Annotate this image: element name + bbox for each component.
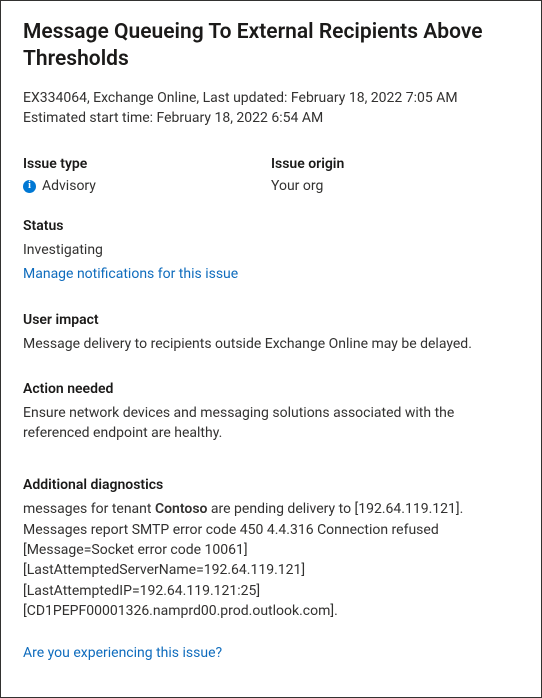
status-value: Investigating — [23, 240, 519, 260]
diagnostics-value: messages for tenant Contoso are pending … — [23, 499, 519, 621]
user-impact-section: User impact Message delivery to recipien… — [23, 312, 519, 354]
issue-origin-value: Your org — [271, 178, 323, 194]
issue-origin-block: Issue origin Your org — [271, 156, 519, 194]
issue-id-line: EX334064, Exchange Online, Last updated:… — [23, 88, 519, 108]
manage-notifications-link[interactable]: Manage notifications for this issue — [23, 266, 238, 282]
issue-start-time: Estimated start time: February 18, 2022 … — [23, 108, 519, 128]
user-impact-label: User impact — [23, 312, 519, 328]
info-icon: i — [23, 180, 36, 193]
action-needed-label: Action needed — [23, 381, 519, 397]
diagnostics-section: Additional diagnostics messages for tena… — [23, 477, 519, 621]
footer: Are you experiencing this issue? — [23, 639, 519, 661]
issue-type-value: Advisory — [42, 178, 96, 194]
action-needed-section: Action needed Ensure network devices and… — [23, 381, 519, 444]
status-section: Status Investigating Manage notification… — [23, 218, 519, 282]
status-label: Status — [23, 218, 519, 234]
experiencing-issue-link[interactable]: Are you experiencing this issue? — [23, 645, 222, 661]
issue-type-value-row: i Advisory — [23, 178, 271, 194]
issue-meta: EX334064, Exchange Online, Last updated:… — [23, 88, 519, 129]
issue-type-block: Issue type i Advisory — [23, 156, 271, 194]
diagnostics-pre: messages for tenant — [23, 501, 155, 517]
issue-type-label: Issue type — [23, 156, 271, 172]
diagnostics-post: are pending delivery to [192.64.119.121]… — [23, 501, 463, 618]
issue-origin-label: Issue origin — [271, 156, 519, 172]
issue-type-origin-row: Issue type i Advisory Issue origin Your … — [23, 156, 519, 194]
page-title: Message Queueing To External Recipients … — [23, 19, 519, 74]
issue-detail-panel: Message Queueing To External Recipients … — [0, 0, 542, 698]
user-impact-value: Message delivery to recipients outside E… — [23, 334, 519, 354]
diagnostics-label: Additional diagnostics — [23, 477, 519, 493]
action-needed-value: Ensure network devices and messaging sol… — [23, 403, 519, 444]
diagnostics-tenant: Contoso — [155, 501, 207, 517]
